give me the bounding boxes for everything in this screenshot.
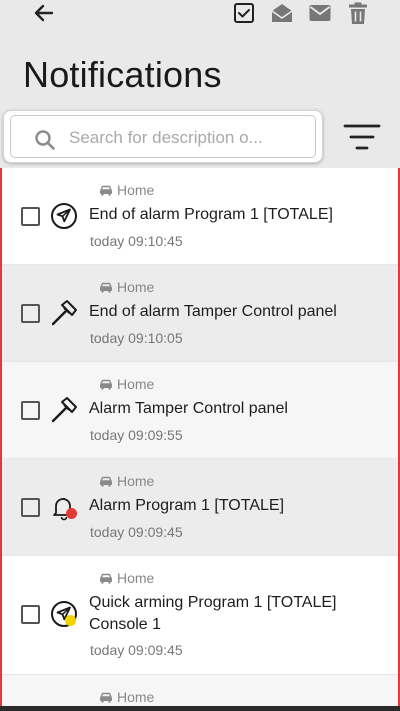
source-name: Home [117,689,155,705]
car-icon [100,476,112,487]
source-name: Home [117,182,155,198]
car-icon [100,282,112,293]
arming-status-dot [65,615,76,626]
notification-message: End of alarm Tamper Control panel [89,303,337,320]
notification-time: today 09:09:45 [90,524,183,540]
search-field-frame [10,115,316,158]
car-icon [100,379,112,390]
source-label: Home [99,473,154,489]
source-label: Home [99,570,154,586]
list-item[interactable]: Home Alarm Tamper Control panel today 09… [2,362,398,459]
source-name: Home [117,279,155,295]
plane-icon [49,201,79,231]
car-icon [100,573,112,584]
select-all-icon[interactable] [231,0,257,26]
notification-message: End of alarm Program 1 [TOTALE] [89,206,333,223]
car-icon [100,692,112,703]
select-checkbox[interactable] [21,605,40,624]
source-label: Home [99,182,154,198]
filter-icon[interactable] [343,122,381,152]
mark-unread-icon[interactable] [307,0,333,26]
notification-time: today 09:09:55 [90,427,183,443]
notification-time: today 09:10:45 [90,233,183,249]
hammer-icon [49,395,79,425]
select-checkbox[interactable] [21,207,40,226]
search-bar [3,110,323,163]
select-checkbox[interactable] [21,498,40,517]
mark-read-icon[interactable] [269,0,295,26]
list-item[interactable]: Home End of alarm Program 1 [TOTALE] tod… [2,168,398,265]
source-name: Home [117,570,155,586]
notification-message: Alarm Tamper Control panel [89,400,288,417]
notification-message: Alarm Program 1 [TOTALE] [89,497,285,514]
select-checkbox[interactable] [21,304,40,323]
source-label: Home [99,689,154,705]
hammer-icon [49,298,79,328]
search-icon [33,128,57,152]
source-name: Home [117,376,155,392]
alarm-status-dot [66,508,77,519]
list-item[interactable]: Home Quick arming Program 1 [TOTALE] Con… [2,556,398,675]
list-item[interactable]: Home End of alarm Tamper Control panel t… [2,265,398,362]
top-toolbar [0,0,400,28]
notification-time: today 09:10:05 [90,330,183,346]
notification-list: Home End of alarm Program 1 [TOTALE] tod… [0,168,400,711]
source-name: Home [117,473,155,489]
source-label: Home [99,279,154,295]
page-title: Notifications [23,54,222,95]
car-icon [100,185,112,196]
plane-icon [49,599,79,629]
source-label: Home [99,376,154,392]
notification-message: Quick arming Program 1 [TOTALE] Console … [89,594,337,633]
search-input[interactable] [69,124,289,152]
select-checkbox[interactable] [21,401,40,420]
arrow-left-icon[interactable] [31,0,57,26]
list-item[interactable]: Home Alarm Program 1 [TOTALE] today 09:0… [2,459,398,556]
system-nav-bar [0,706,400,711]
delete-icon[interactable] [345,0,371,26]
notification-time: today 09:09:45 [90,642,183,658]
